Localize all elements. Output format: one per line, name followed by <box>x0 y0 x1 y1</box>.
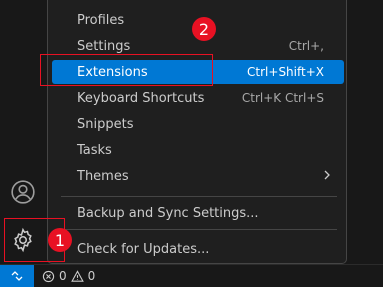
menu-item-shortcut: Ctrl+Shift+X <box>247 65 324 79</box>
menu-item-shortcut: Ctrl+, <box>288 39 324 53</box>
menu-separator <box>61 229 337 230</box>
account-icon <box>11 180 35 204</box>
menu-item-check-updates[interactable]: Check for Updates... <box>52 237 344 261</box>
menu-item-snippets[interactable]: Snippets <box>52 112 344 136</box>
menu-item-label: Tasks <box>77 142 112 158</box>
annotation-badge-step1: 1 <box>48 228 72 252</box>
error-count: 0 <box>59 269 67 283</box>
menu-item-label: Themes <box>77 168 129 184</box>
menu-item-keyboard-shortcuts[interactable]: Keyboard Shortcuts Ctrl+K Ctrl+S <box>52 86 344 110</box>
remote-indicator-button[interactable] <box>0 265 34 287</box>
annotation-badge-step2: 2 <box>192 17 216 41</box>
warning-icon <box>70 269 84 282</box>
menu-item-backup-sync[interactable]: Backup and Sync Settings... <box>52 201 344 225</box>
menu-item-shortcut: Ctrl+K Ctrl+S <box>241 91 324 105</box>
menu-item-label: Backup and Sync Settings... <box>77 205 259 221</box>
menu-item-tasks[interactable]: Tasks <box>52 138 344 162</box>
menu-item-label: Snippets <box>77 116 134 132</box>
menu-item-label: Settings <box>77 38 131 54</box>
manage-context-menu: Profiles Settings Ctrl+, Extensions Ctrl… <box>47 0 347 264</box>
accounts-button[interactable] <box>0 172 46 212</box>
menu-item-label: Check for Updates... <box>77 241 210 257</box>
status-bar: 0 0 <box>0 264 383 287</box>
vscode-window: Profiles Settings Ctrl+, Extensions Ctrl… <box>0 0 383 287</box>
menu-separator <box>61 196 337 197</box>
remote-icon <box>11 271 23 281</box>
error-icon <box>42 270 55 282</box>
menu-item-themes[interactable]: Themes <box>52 164 344 188</box>
warning-count: 0 <box>87 269 96 283</box>
problems-indicator[interactable]: 0 0 <box>42 269 95 283</box>
annotation-highlight-extensions <box>40 54 213 86</box>
menu-item-label: Keyboard Shortcuts <box>77 90 205 106</box>
chevron-right-icon <box>324 170 330 180</box>
